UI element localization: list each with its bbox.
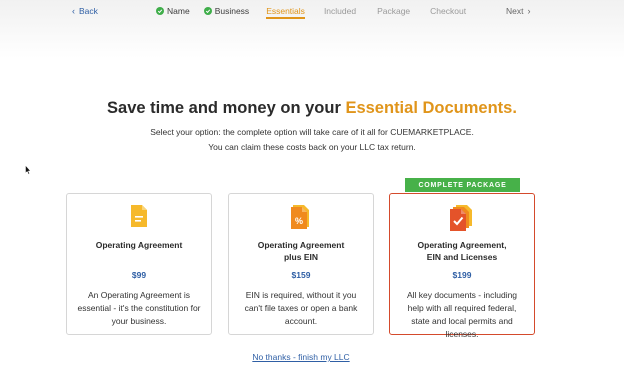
card-description: An Operating Agreement is essential - it…	[77, 290, 201, 326]
card-price: $199	[452, 270, 472, 280]
card-price: $159	[291, 270, 311, 280]
no-thanks-link[interactable]: No thanks - finish my LLC	[0, 352, 602, 362]
step-name[interactable]: Name	[156, 6, 190, 16]
step-included[interactable]: Included	[324, 6, 356, 16]
step-essentials[interactable]: Essentials	[266, 6, 305, 19]
step-label: Checkout	[430, 6, 467, 16]
complete-package-banner: COMPLETE PACKAGE	[405, 178, 520, 192]
step-label: Business	[214, 6, 250, 16]
card-description: EIN is required, without it you can't fi…	[244, 290, 358, 326]
card-title: Operating Agreement, EIN and Licenses	[396, 239, 528, 263]
card-price: $99	[131, 270, 147, 280]
mouse-cursor-icon	[25, 165, 31, 175]
step-label: Essentials	[266, 6, 305, 16]
step-label: Name	[167, 6, 190, 16]
card-description: All key documents - including help with …	[406, 290, 518, 339]
subtitle-line2: You can claim these costs back on your L…	[208, 142, 416, 152]
svg-text:%: %	[295, 216, 303, 226]
card-title-line1: Operating Agreement,	[417, 240, 507, 250]
step-label: Included	[323, 6, 357, 16]
check-circle-icon	[203, 7, 212, 15]
step-package[interactable]: Package	[377, 6, 410, 16]
step-business[interactable]: Business	[203, 6, 250, 16]
step-checkout[interactable]: Checkout	[430, 6, 466, 16]
option-card-complete-package[interactable]: Operating Agreement, EIN and Licenses $1…	[389, 193, 535, 339]
page-title: Save time and money on your Essential Do…	[0, 99, 624, 118]
card-title-line1: Operating Agreement	[257, 240, 345, 250]
stacked-check-documents-icon	[450, 205, 472, 231]
title-main: Save time and money on your	[107, 99, 346, 117]
card-title: Operating Agreement plus EIN	[235, 239, 367, 263]
card-title-line2: EIN and Licenses	[426, 252, 498, 262]
percent-document-icon: %	[291, 205, 309, 229]
check-circle-icon	[156, 7, 164, 15]
chevron-left-icon: ‹	[72, 5, 75, 16]
card-title: Operating Agreement	[95, 240, 183, 250]
document-icon	[131, 205, 147, 227]
option-card-operating-agreement[interactable]: Operating Agreement $99 An Operating Agr…	[66, 193, 212, 335]
chevron-right-icon: ›	[527, 5, 531, 16]
title-accent: Essential Documents.	[345, 99, 517, 117]
next-link[interactable]: Next ›	[506, 6, 530, 16]
back-label: Back	[79, 6, 98, 16]
progress-steps: Name Business Essentials Included Packag…	[156, 6, 466, 19]
back-link[interactable]: ‹ Back	[72, 6, 98, 16]
active-step-underline	[266, 17, 305, 19]
next-label: Next	[506, 6, 524, 16]
step-label: Package	[377, 6, 411, 16]
card-title-line2: plus EIN	[283, 252, 318, 262]
option-card-operating-agreement-ein[interactable]: % Operating Agreement plus EIN $159 EIN …	[228, 193, 374, 335]
top-nav-bar: ‹ Back Name Business Essentials Included…	[0, 0, 624, 58]
subtitle-line1: Select your option: the complete option …	[150, 127, 474, 137]
